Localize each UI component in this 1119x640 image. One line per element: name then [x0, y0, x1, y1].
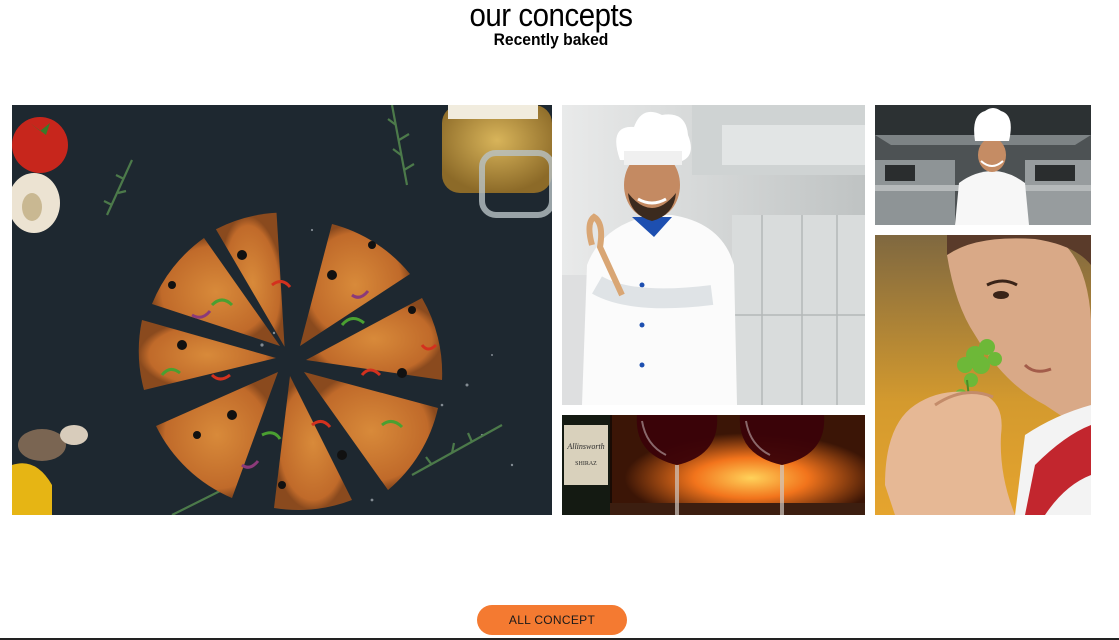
section-title: our concepts: [469, 0, 633, 33]
all-concept-button[interactable]: ALL CONCEPT: [477, 605, 627, 635]
pizza-photo: [12, 105, 552, 515]
wine-brand: Allinsworth: [566, 442, 604, 451]
section-header: our concepts Recently baked: [0, 0, 1102, 51]
wine-photo: Allinsworth SHIRAZ: [562, 415, 865, 515]
wine-label: [564, 425, 608, 485]
gallery-tile-chef[interactable]: [562, 105, 865, 405]
herb-chef-photo: [875, 235, 1091, 515]
kitchen-chef-photo: [875, 105, 1091, 225]
gallery-tile-kitchen-chef[interactable]: [875, 105, 1091, 225]
gallery-tile-herb-chef[interactable]: [875, 235, 1091, 515]
chef-photo: [562, 105, 865, 405]
wine-variety: SHIRAZ: [575, 461, 597, 467]
gallery-tile-pizza[interactable]: [12, 105, 552, 515]
gallery-tile-wine[interactable]: Allinsworth SHIRAZ: [562, 415, 865, 515]
section-subtitle: Recently baked: [493, 30, 609, 49]
